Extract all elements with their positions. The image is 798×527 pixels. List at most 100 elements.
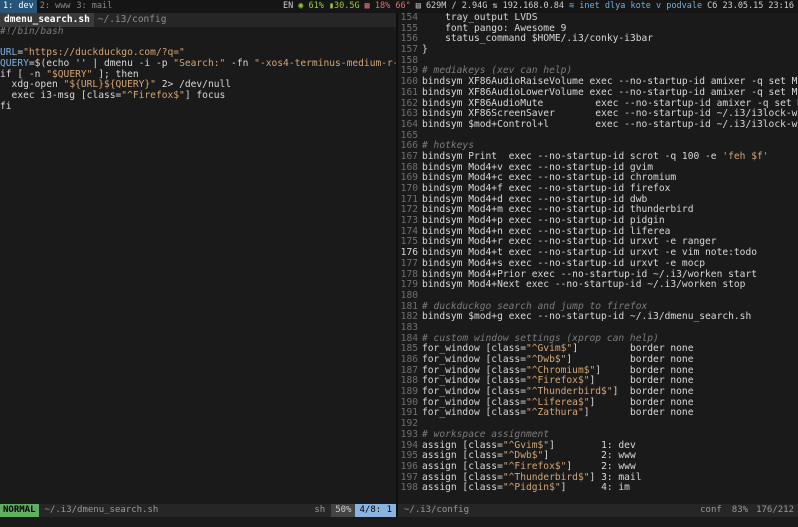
network-icon: ⇅	[492, 1, 498, 11]
code-token: assign [class=	[422, 482, 503, 494]
code-token: for_window [class=	[422, 407, 526, 419]
code-token: "^Dwb$"	[525, 354, 567, 365]
i3bar: 1: dev 2: www 3: mail EN ◉ 61% ▮30.5G ▦ 18…	[0, 0, 798, 13]
code-token: bindsym Mod4+r exec --no-startup-id urxv…	[422, 236, 717, 248]
workspace-button[interactable]: 1: dev	[0, 0, 37, 13]
code-token: "^Thunderbird$"	[525, 386, 613, 398]
cpu-indicator: ▦ 18% 66°	[364, 1, 411, 11]
code-token: # workspace assignment	[422, 428, 550, 440]
code-token: "^Pidgin$"	[502, 482, 561, 494]
code-token: QUERY	[0, 58, 29, 70]
statusline-percent: 83%	[731, 505, 749, 515]
net-indicator: ≋ inet dlya kote v podvale	[569, 1, 703, 11]
code-token: for_window [class=	[422, 375, 526, 387]
code-token: "${URL}${QUERY}"	[63, 79, 156, 91]
disk-indicator: ▮30.5G	[328, 1, 360, 11]
code-token: # custom window settings (xprop can help…	[422, 332, 659, 344]
line-number: 177	[400, 257, 418, 269]
line-number: 196	[400, 460, 418, 472]
workspace-button[interactable]: 3: mail	[73, 0, 115, 13]
code-token: "^Gvim$"	[502, 439, 550, 451]
code-token: # mediakeys (xev can help)	[422, 65, 573, 77]
code-token: bindsym Mod4+t exec --no-startup-id urxv…	[422, 247, 758, 259]
code-token: bindsym XF86AudioRaiseVolume exec --no-s…	[422, 76, 798, 88]
code-line: #!/bin/bash	[0, 26, 396, 38]
left-code-area[interactable]: #!/bin/bash URL="https://duckduckgo.com/?…	[0, 26, 396, 113]
code-token: assign [class=	[422, 471, 503, 483]
lang-indicator: EN	[283, 1, 294, 11]
line-number: 164	[400, 118, 418, 130]
code-token: }	[422, 44, 428, 56]
code-token: -fn	[225, 58, 255, 70]
vim-tabline: dmenu_search.sh ~/.i3/config	[0, 13, 396, 27]
code-line: 198 assign [class="^Pidgin$"] 4: im	[398, 482, 798, 494]
status-area: EN ◉ 61% ▮30.5G ▦ 18% 66° ▤ 629M / 2.94G…	[283, 0, 798, 13]
code-token: xdg-open	[0, 79, 64, 91]
code-token: bindsym $mod+Control+l exec --no-startup…	[422, 118, 798, 130]
code-token: bindsym Print exec --no-startup-id scrot…	[422, 150, 723, 162]
code-token: for_window [class=	[422, 386, 526, 398]
code-token: bindsym XF86ScreenSaver exec --no-startu…	[422, 108, 798, 120]
code-token: assign [class=	[422, 439, 503, 451]
code-token: ] 2: www	[543, 450, 636, 462]
code-token: # duckduckgo search and jump to firefox	[422, 300, 648, 312]
statusline-position: 4/8: 1	[355, 504, 396, 517]
code-token: bindsym XF86AudioMute exec --no-startup-…	[422, 97, 798, 109]
code-token: ] border none	[612, 386, 694, 398]
command-line[interactable]	[0, 517, 798, 527]
code-token: =$(echo '' | dmenu -i -p	[28, 58, 174, 70]
code-token: status_command $HOME/.i3/conky-i3bar	[422, 33, 654, 45]
code-line: exec i3-msg [class="^Firefox$"] focus	[0, 90, 396, 102]
code-token: ] 2: www	[566, 460, 636, 472]
code-token: bindsym Mod4+n exec --no-startup-id life…	[422, 225, 671, 237]
vim-tab[interactable]: ~/.i3/config	[94, 13, 171, 27]
code-token: 'feh $f'	[722, 150, 769, 162]
code-token: "-xos4-terminus-medium-r-*-*-1	[254, 58, 396, 70]
code-token: "Search:"	[173, 58, 226, 70]
code-token: assign [class=	[422, 450, 503, 462]
code-token: assign [class=	[422, 460, 503, 472]
code-token: ] 1: dev	[549, 439, 636, 451]
code-token: ] 4: im	[560, 482, 630, 494]
code-token: ] border none	[589, 375, 694, 387]
statusline-filetype: sh	[314, 505, 326, 515]
code-token: for_window [class=	[422, 354, 526, 365]
right-code-area[interactable]: 154 tray_output LVDS 155 font pango: Awes…	[398, 13, 798, 494]
code-line: 157}	[398, 44, 798, 56]
code-token: "^Zathura"	[525, 407, 584, 419]
workspace-list: 1: dev 2: www 3: mail	[0, 0, 115, 13]
time-indicator: 23:16	[768, 1, 794, 11]
code-token: "^Firefox$"	[525, 375, 590, 387]
statusline-filename: ~/.i3/dmenu_search.sh	[44, 505, 159, 515]
code-token: #!/bin/bash	[0, 26, 64, 37]
statusline-position: 176/212	[756, 505, 794, 515]
code-token: "^Dwb$"	[502, 450, 544, 462]
code-token: ] border none	[566, 354, 694, 365]
right-editor[interactable]: 154 tray_output LVDS 155 font pango: Awes…	[398, 13, 798, 504]
code-token: bindsym Mod4+Prior exec --no-startup-id …	[422, 268, 758, 280]
statusline-filetype: conf	[700, 505, 722, 515]
code-token: ] border none	[583, 407, 694, 419]
code-token: bindsym Mod4+p exec --no-startup-id pidg…	[422, 215, 665, 227]
code-token: "^Liferea$"	[525, 396, 590, 408]
code-line: 156 status_command $HOME/.i3/conky-i3bar	[398, 34, 798, 45]
code-token: ] 3: mail	[589, 471, 642, 483]
left-editor[interactable]: dmenu_search.sh ~/.i3/config #!/bin/bash U…	[0, 13, 396, 504]
workspace-button[interactable]: 2: www	[37, 0, 74, 13]
code-token: "^Chromium$"	[525, 364, 596, 376]
right-statusline: ~/.i3/config conf 83% 176/212	[398, 504, 798, 517]
line-number: 180	[400, 289, 418, 301]
code-token: bindsym Mod4+m exec --no-startup-id thun…	[422, 204, 694, 216]
code-token: ] border none	[595, 364, 694, 376]
line-number: 198	[400, 482, 418, 494]
code-token: tray_output LVDS	[422, 13, 538, 23]
code-token: bindsym Mod4+c exec --no-startup-id chro…	[422, 172, 677, 184]
cpu-icon: ▦	[364, 1, 370, 11]
code-token: if [ -n	[0, 68, 47, 80]
code-token: bindsym Mod4+v exec --no-startup-id gvim	[422, 161, 654, 173]
wireless-icon: ≋	[569, 1, 575, 11]
statusline-filename: ~/.i3/config	[404, 505, 470, 515]
line-number: 193	[400, 428, 418, 440]
vim-tab[interactable]: dmenu_search.sh	[0, 13, 94, 27]
wifi-indicator: ◉ 61%	[298, 1, 324, 11]
